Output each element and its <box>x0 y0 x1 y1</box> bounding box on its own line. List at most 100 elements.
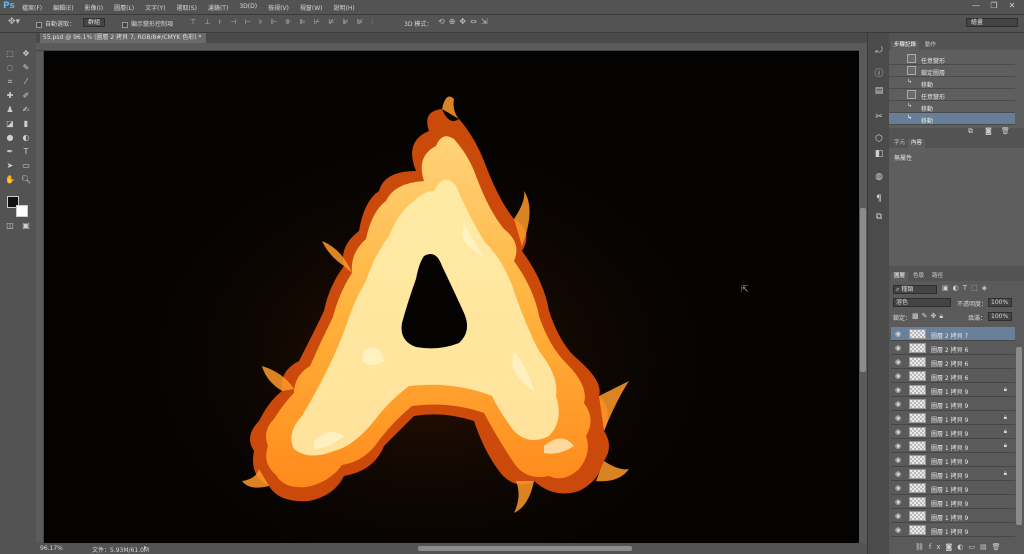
navigator-panel-icon[interactable]: ▤ <box>873 85 885 97</box>
history-panel-icon[interactable]: ⤾ <box>873 45 885 57</box>
brush-tool-icon[interactable]: ✐ <box>19 90 33 102</box>
move-tool-icon[interactable]: ✥ <box>19 48 33 60</box>
layer-row[interactable]: ◉ 圖層 1 拷貝 9 <box>891 481 1015 495</box>
tab-history[interactable]: 步驟記錄 <box>891 41 920 50</box>
clone-source-icon[interactable]: ⧉ <box>873 211 885 223</box>
history-brush-tool-icon[interactable]: ✍ <box>19 104 33 116</box>
zoom-level[interactable]: 96.17% <box>40 545 63 552</box>
move-tool-preset-icon[interactable]: ✥▾ <box>8 17 20 27</box>
quick-mask-icon[interactable]: ◫ <box>3 220 17 232</box>
lock-icons[interactable]: ▩✎✥🔒︎ <box>912 312 946 321</box>
canvas-horizontal-scroll-thumb[interactable] <box>418 546 632 551</box>
layer-row[interactable]: ◉ 圖層 1 拷貝 9 🔒︎ <box>891 411 1015 425</box>
tab-character[interactable]: 字元 <box>891 139 908 148</box>
3d-panel-icon[interactable]: ⬡ <box>873 133 885 145</box>
layer-row[interactable]: ◉ 圖層 1 拷貝 9 <box>891 509 1015 523</box>
workspace-dropdown[interactable]: 繪畫 <box>966 18 1018 27</box>
layer-row[interactable]: ◉ 圖層 1 拷貝 9 🔒︎ <box>891 425 1015 439</box>
new-document-from-state-icon[interactable]: ⧉ <box>968 127 973 136</box>
zoom-tool-icon[interactable]: 🔍︎ <box>19 174 33 186</box>
info-panel-icon[interactable]: ⓘ <box>873 68 885 80</box>
restore-button[interactable]: ❐ <box>988 1 1000 12</box>
visibility-eye-icon[interactable]: ◉ <box>895 512 901 520</box>
tab-channels[interactable]: 色版 <box>910 272 927 281</box>
show-transform-checkbox[interactable] <box>122 21 128 28</box>
visibility-eye-icon[interactable]: ◉ <box>895 372 901 380</box>
layer-filter-icons[interactable]: ▣◐T⬚◈ <box>942 284 991 292</box>
layer-row[interactable]: ◉ 圖層 1 拷貝 9 <box>891 397 1015 411</box>
crop-tool-icon[interactable]: ⌗ <box>3 76 17 88</box>
3d-mode-icons[interactable]: ⟲⊕✥⇔⇲ <box>438 17 492 26</box>
history-item[interactable]: 任意變形 <box>889 53 1015 65</box>
background-color-swatch[interactable] <box>16 205 28 217</box>
path-select-tool-icon[interactable]: ➤ <box>3 160 17 172</box>
menu-help[interactable]: 說明(H) <box>334 3 355 12</box>
history-item[interactable]: ↳ 移動 <box>889 101 1015 113</box>
layer-filter-dropdown[interactable]: ⌕ 種類 <box>893 285 937 294</box>
visibility-eye-icon[interactable]: ◉ <box>895 386 901 394</box>
adjustments-panel-icon[interactable]: ◧ <box>873 148 885 160</box>
eyedropper-tool-icon[interactable]: ⁄ <box>19 76 33 88</box>
visibility-eye-icon[interactable]: ◉ <box>895 358 901 366</box>
visibility-eye-icon[interactable]: ◉ <box>895 484 901 492</box>
close-button[interactable]: ✕ <box>1006 1 1018 12</box>
layer-row[interactable]: ◉ 圖層 1 拷貝 9 🔒︎ <box>891 467 1015 481</box>
menu-select[interactable]: 選取(S) <box>176 3 197 12</box>
layer-row[interactable]: ◉ 圖層 1 拷貝 9 <box>891 495 1015 509</box>
dodge-tool-icon[interactable]: ◐ <box>19 132 33 144</box>
blur-tool-icon[interactable]: ● <box>3 132 17 144</box>
menu-3d[interactable]: 3D(D) <box>239 3 257 12</box>
visibility-eye-icon[interactable]: ◉ <box>895 330 901 338</box>
minimize-button[interactable]: — <box>970 1 982 12</box>
marquee-tool-icon[interactable]: ⬚ <box>3 48 17 60</box>
menu-image[interactable]: 影像(I) <box>85 3 103 12</box>
pen-tool-icon[interactable]: ✒ <box>3 146 17 158</box>
visibility-eye-icon[interactable]: ◉ <box>895 456 901 464</box>
menu-layer[interactable]: 圖層(L) <box>114 3 134 12</box>
auto-select-checkbox[interactable] <box>36 21 42 28</box>
visibility-eye-icon[interactable]: ◉ <box>895 498 901 506</box>
screen-mode-icon[interactable]: ▣ <box>19 220 33 232</box>
tab-paths[interactable]: 路徑 <box>929 272 946 281</box>
blend-mode-dropdown[interactable]: 溶色 <box>893 298 951 307</box>
visibility-eye-icon[interactable]: ◉ <box>895 470 901 478</box>
canvas[interactable]: ⇱ <box>44 51 859 543</box>
status-arrow-icon[interactable]: ▸ <box>144 544 147 551</box>
layer-row[interactable]: ◉ 圖層 1 拷貝 9 <box>891 523 1015 537</box>
auto-select-dropdown[interactable]: 群組 <box>83 18 106 27</box>
layer-row[interactable]: ◉ 圖層 2 拷貝 6 <box>891 369 1015 383</box>
history-item-selected[interactable]: ↳ 移動 <box>889 113 1015 125</box>
gradient-tool-icon[interactable]: ▮ <box>19 118 33 130</box>
type-tool-icon[interactable]: T <box>19 146 33 158</box>
opacity-field[interactable]: 100% <box>988 298 1012 307</box>
tab-actions[interactable]: 動作 <box>922 41 939 50</box>
quick-select-tool-icon[interactable]: ✎ <box>19 62 33 74</box>
new-snapshot-icon[interactable]: ◙ <box>985 127 992 135</box>
layers-scroll-thumb[interactable] <box>1016 347 1022 525</box>
history-item[interactable]: 任意變形 <box>889 89 1015 101</box>
shape-tool-icon[interactable]: ▭ <box>19 160 33 172</box>
visibility-eye-icon[interactable]: ◉ <box>895 414 901 422</box>
lasso-tool-icon[interactable]: ◌ <box>3 62 17 74</box>
visibility-eye-icon[interactable]: ◉ <box>895 400 901 408</box>
fill-field[interactable]: 100% <box>988 312 1012 321</box>
hand-tool-icon[interactable]: ✋ <box>3 174 17 186</box>
menu-filter[interactable]: 濾鏡(T) <box>208 3 228 12</box>
visibility-eye-icon[interactable]: ◉ <box>895 526 901 534</box>
tab-layers[interactable]: 圖層 <box>891 272 909 281</box>
document-tab[interactable]: 55.psd @ 96.1% (圖層 2 拷貝 7, RGB/8#/CMYK 色… <box>40 33 206 43</box>
layer-row[interactable]: ◉ 圖層 2 拷貝 6 <box>891 341 1015 355</box>
stamp-tool-icon[interactable]: ♟ <box>3 104 17 116</box>
paragraph-panel-icon[interactable]: ¶ <box>873 193 885 205</box>
canvas-vertical-scroll-thumb[interactable] <box>860 208 866 372</box>
layer-row[interactable]: ◉ 圖層 2 拷貝 6 <box>891 355 1015 369</box>
show-transform-option[interactable]: 顯示變形控制項 <box>122 19 173 28</box>
eraser-tool-icon[interactable]: ◪ <box>3 118 17 130</box>
history-item[interactable]: 鎖定圖層 <box>889 65 1015 77</box>
layer-row[interactable]: ◉ 圖層 1 拷貝 9 🔒︎ <box>891 439 1015 453</box>
menu-type[interactable]: 文字(Y) <box>145 3 165 12</box>
delete-history-icon[interactable]: 🗑︎ <box>1001 127 1010 135</box>
menu-edit[interactable]: 編輯(E) <box>53 3 73 12</box>
visibility-eye-icon[interactable]: ◉ <box>895 442 901 450</box>
menu-view[interactable]: 檢視(V) <box>268 3 289 12</box>
